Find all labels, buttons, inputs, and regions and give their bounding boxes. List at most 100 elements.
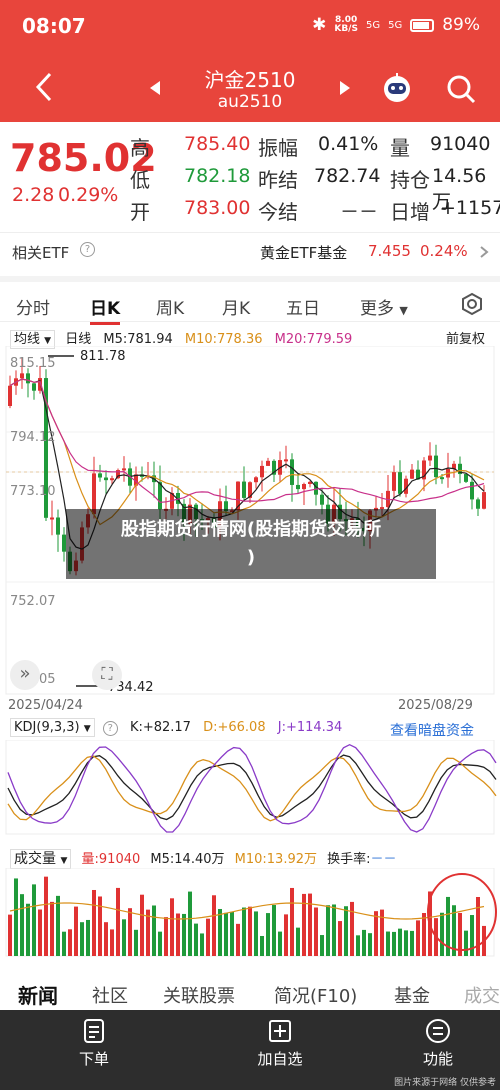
candle-body xyxy=(428,455,432,461)
watermark: 图片来源于网络 仅供参考 xyxy=(394,1078,496,1088)
candle-body xyxy=(50,517,54,520)
candle-body xyxy=(242,481,246,498)
quote-panel: 785.02 2.28 0.29% 高 785.40 低 782.18 开 78… xyxy=(0,122,500,230)
volume-ma-line xyxy=(9,902,485,920)
low-label: 低 xyxy=(130,168,150,192)
volume-bar xyxy=(122,919,126,956)
volume-bar xyxy=(368,933,372,956)
adjust-mode[interactable]: 前复权 xyxy=(446,328,485,347)
order-icon xyxy=(84,1019,104,1043)
candle-body xyxy=(98,473,102,478)
volume-bar xyxy=(158,931,162,956)
tab-monthly-k[interactable]: 月K xyxy=(222,294,250,319)
volume-bar xyxy=(116,887,120,956)
kline-legend: 均线 ▼ 日线 M5:781.94 M10:778.36 M20:779.59 xyxy=(10,328,352,349)
volume-bar xyxy=(278,931,282,956)
caption-line-2: ) xyxy=(246,547,256,568)
candle-body xyxy=(254,477,258,483)
etf-price: 7.455 xyxy=(368,242,411,260)
volume-ma5: M5:14.40万 xyxy=(150,852,225,867)
volume-bar xyxy=(266,913,270,956)
candle-body xyxy=(440,477,444,480)
volume-bar xyxy=(248,906,252,956)
volume-bar xyxy=(260,935,264,956)
candle-body xyxy=(260,465,264,478)
tab-community[interactable]: 社区 xyxy=(92,982,128,1008)
chevron-right-icon xyxy=(480,246,489,258)
caret-down-icon: ▼ xyxy=(399,304,408,317)
volume-bar xyxy=(236,923,240,956)
candle-body xyxy=(110,478,114,481)
volume-bar xyxy=(440,912,444,956)
volume-bar xyxy=(56,895,60,956)
open-value: 783.00 xyxy=(184,197,251,219)
volume-bar xyxy=(152,905,156,956)
bluetooth-icon: ✱ xyxy=(312,15,327,35)
candle-body xyxy=(8,385,12,406)
candle-body xyxy=(464,474,468,482)
high-value: 785.40 xyxy=(184,133,251,155)
price-change-pct: 0.29% xyxy=(58,184,119,206)
volume-bar xyxy=(62,931,66,956)
candle-body xyxy=(434,455,438,478)
volume-bar xyxy=(350,901,354,956)
tab-related-stocks[interactable]: 关联股票 xyxy=(163,982,235,1008)
kline-type: 日线 xyxy=(65,332,92,347)
related-etf-row[interactable]: 相关ETF ? 黄金ETF基金 7.455 0.24% xyxy=(0,232,500,268)
candle-body xyxy=(410,469,414,479)
volume-bar xyxy=(326,905,330,956)
volume-bar xyxy=(38,909,42,956)
app-header: 沪金2510 au2510 xyxy=(0,52,500,122)
tab-intraday[interactable]: 分时 xyxy=(16,294,50,319)
candle-body xyxy=(392,472,396,491)
tab-daily-k[interactable]: 日K xyxy=(90,294,121,325)
dark-pool-link[interactable]: 查看暗盘资金 xyxy=(390,720,474,740)
tab-five-day[interactable]: 五日 xyxy=(286,294,320,319)
nav-order-label: 下单 xyxy=(78,1050,109,1068)
tab-fund[interactable]: 基金 xyxy=(394,982,430,1008)
volume-selector[interactable]: 成交量 ▼ xyxy=(10,849,72,869)
tab-profile[interactable]: 简况(F10) xyxy=(274,982,357,1008)
fullscreen-icon[interactable]: ⛶ xyxy=(92,660,122,690)
prev-settle-label: 昨结 xyxy=(258,168,298,192)
volume-bar xyxy=(212,895,216,956)
date-start: 2025/04/24 xyxy=(8,698,83,713)
help-icon[interactable]: ? xyxy=(80,242,95,257)
ma20-line xyxy=(9,378,485,503)
y-label-4: 752.07 xyxy=(10,594,56,609)
kdj-selector[interactable]: KDJ(9,3,3) ▼ xyxy=(10,718,95,737)
volume-bar xyxy=(164,917,168,956)
contract-code: au2510 xyxy=(217,92,283,112)
chart-settings-icon[interactable] xyxy=(460,292,484,316)
volume-bar xyxy=(68,929,72,956)
volume-chart[interactable] xyxy=(0,868,500,958)
kdj-chart[interactable] xyxy=(0,740,500,836)
y-label-1: 815.15 xyxy=(10,356,56,371)
caption-line-1: 股指期货行情网(股指期货交易所 xyxy=(120,519,382,540)
volume-bar xyxy=(80,922,84,956)
kdj-help-icon[interactable]: ? xyxy=(102,721,118,736)
nav-functions[interactable]: 功能 xyxy=(388,1018,488,1069)
tab-more[interactable]: 更多 ▼ xyxy=(360,294,408,319)
tab-weekly-k[interactable]: 周K xyxy=(156,294,184,319)
bottom-nav: 下单 加自选 功能 图片来源于网络 仅供参考 xyxy=(0,1010,500,1090)
kdj-j: J:+114.34 xyxy=(277,720,343,735)
volume-bar xyxy=(206,918,210,956)
candle-body xyxy=(56,517,60,535)
nav-order[interactable]: 下单 xyxy=(44,1018,144,1069)
volume-bar xyxy=(44,876,48,956)
caret-down-icon: ▼ xyxy=(60,856,68,866)
ma5-value: M5:781.94 xyxy=(103,332,173,347)
candle-body xyxy=(284,459,288,462)
low-value: 782.18 xyxy=(184,165,251,187)
expand-left-icon[interactable]: » xyxy=(10,660,40,690)
search-icon[interactable] xyxy=(446,74,476,104)
robot-assistant-icon[interactable] xyxy=(380,71,414,105)
daily-change-label: 日增 xyxy=(390,200,430,224)
next-contract-icon[interactable] xyxy=(338,80,352,96)
volume-bar xyxy=(182,913,186,956)
candle-body xyxy=(290,459,294,485)
tab-news[interactable]: 新闻 xyxy=(18,980,58,1009)
tab-trades[interactable]: 成交 xyxy=(464,982,500,1008)
nav-add-watchlist[interactable]: 加自选 xyxy=(230,1018,330,1069)
